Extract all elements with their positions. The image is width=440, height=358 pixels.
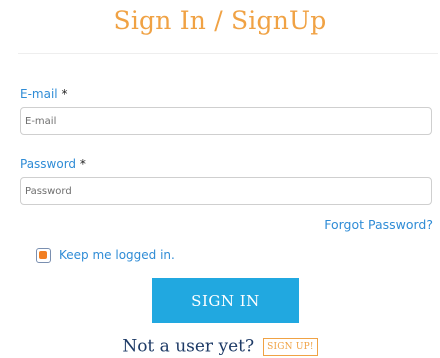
- password-label: Password *: [20, 157, 86, 171]
- keep-logged-in-label[interactable]: Keep me logged in.: [59, 248, 175, 262]
- signup-prompt-row: Not a user yet? SIGN UP!: [0, 336, 440, 357]
- keep-logged-in-checkbox[interactable]: [36, 248, 51, 263]
- page-title: Sign In / SignUp: [113, 6, 327, 35]
- password-field[interactable]: [20, 177, 432, 205]
- forgot-password-link[interactable]: Forgot Password?: [324, 217, 433, 232]
- email-field[interactable]: [20, 107, 432, 135]
- not-a-user-text: Not a user yet?: [122, 336, 255, 357]
- email-required-mark: *: [61, 87, 68, 101]
- password-required-mark: *: [79, 157, 86, 171]
- email-label-text: E-mail: [20, 87, 58, 101]
- checkbox-checked-mark: [39, 251, 47, 259]
- password-label-text: Password: [20, 157, 77, 171]
- sign-in-button[interactable]: SIGN IN: [152, 278, 299, 323]
- email-label: E-mail *: [20, 87, 67, 101]
- sign-up-button[interactable]: SIGN UP!: [263, 337, 318, 356]
- header-divider: [18, 53, 438, 54]
